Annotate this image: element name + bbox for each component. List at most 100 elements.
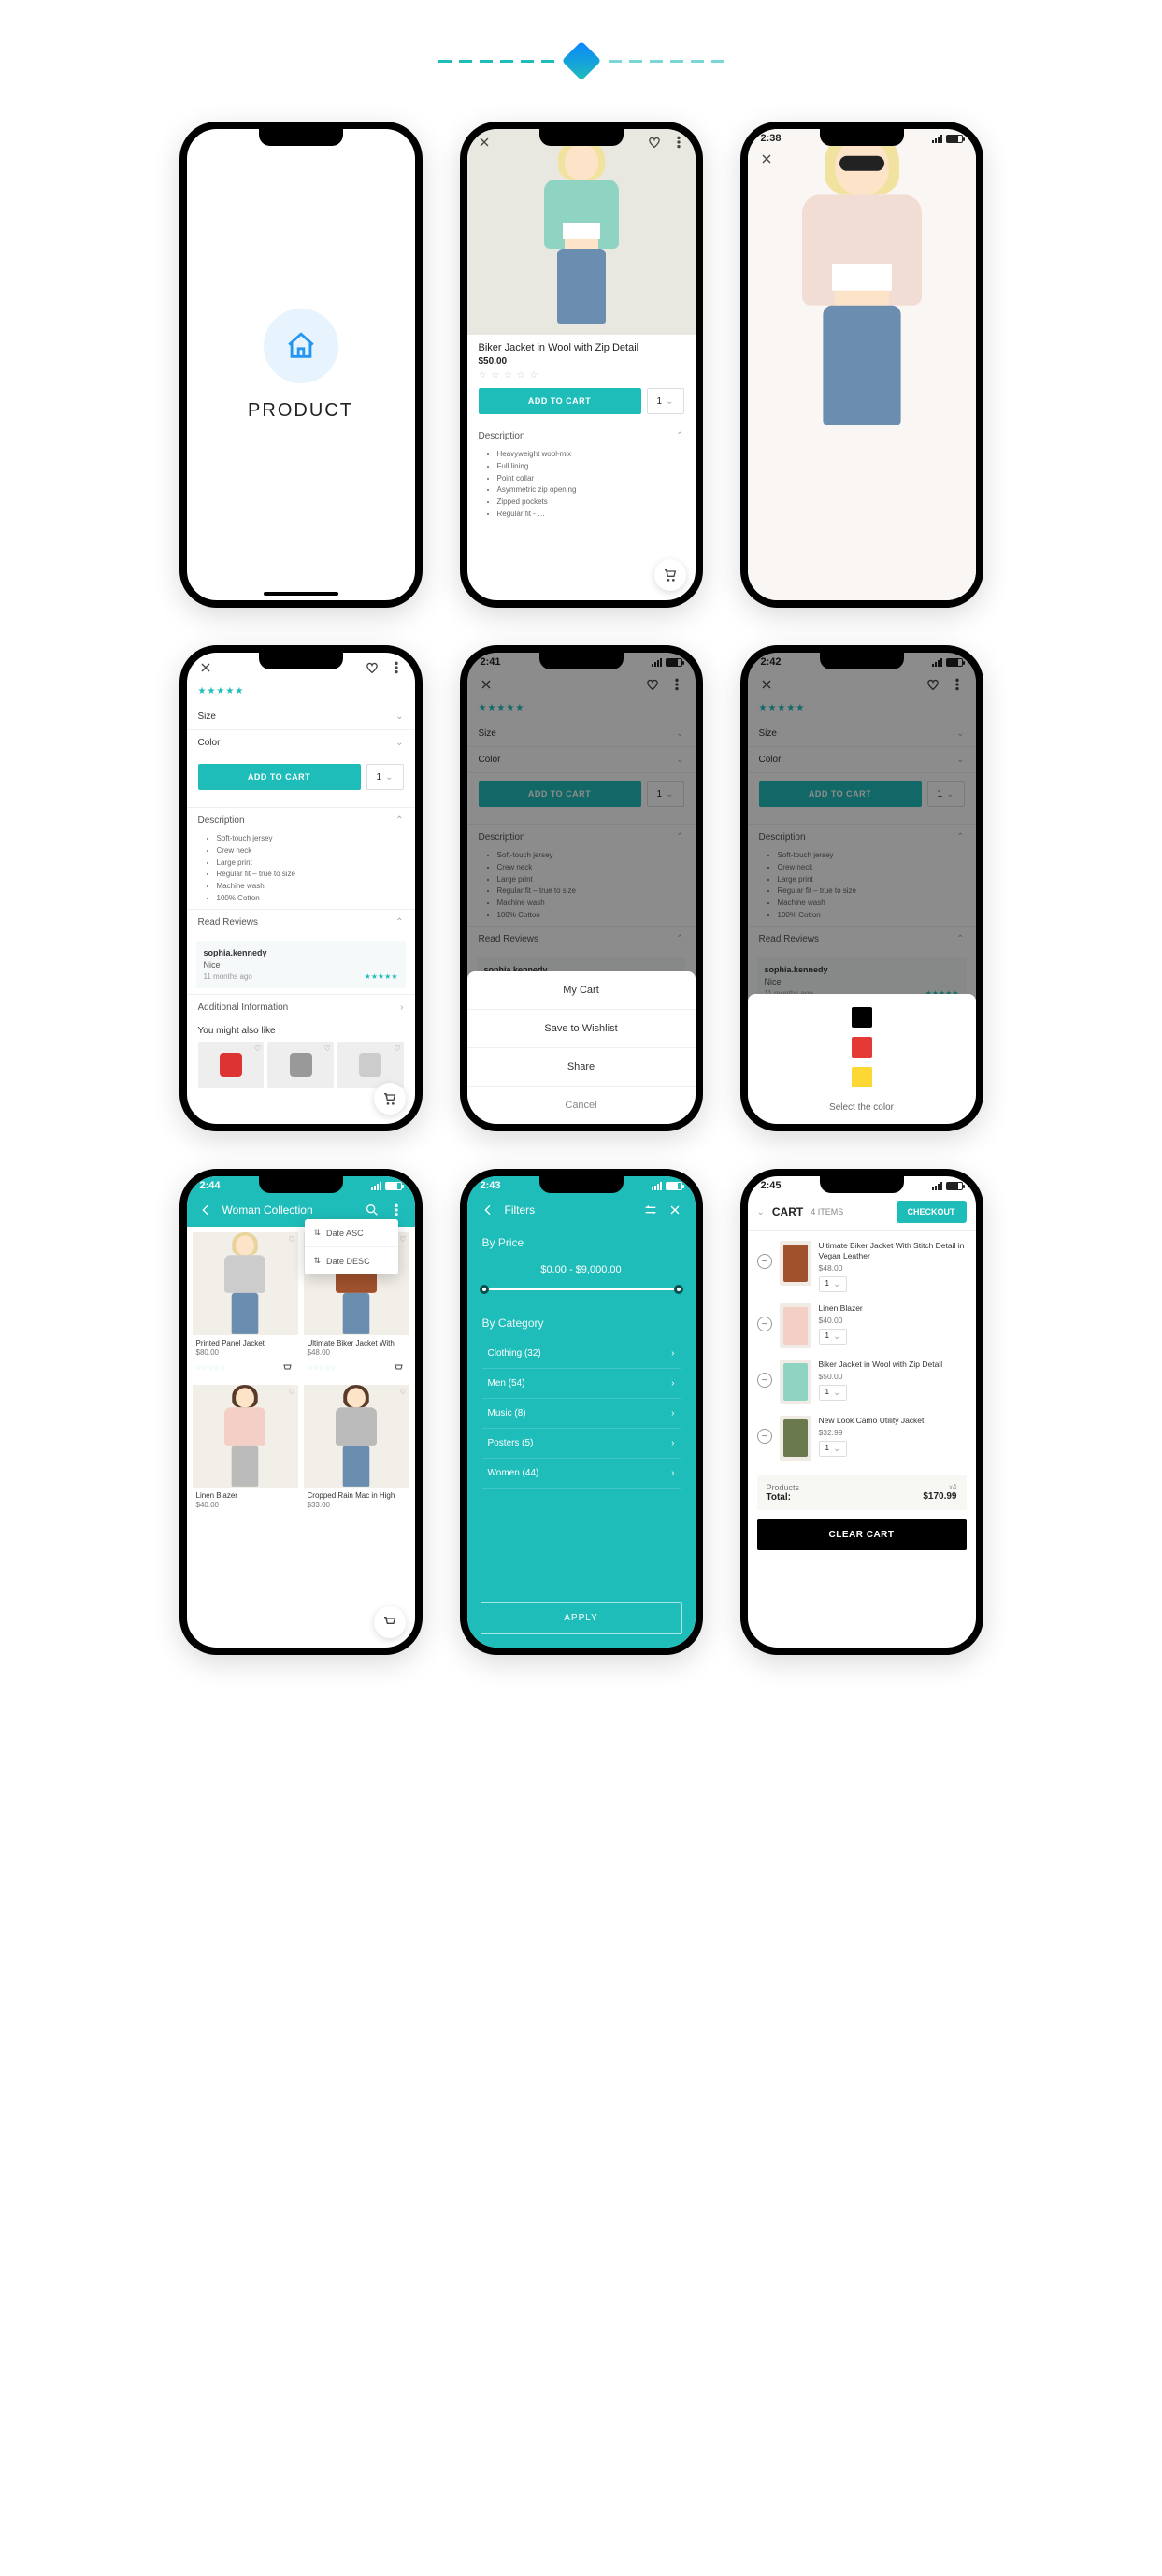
related-product[interactable]: ♡ [337,1042,404,1088]
sheet-share[interactable]: Share [467,1048,696,1087]
sheet-my-cart[interactable]: My Cart [467,971,696,1010]
swatch-red[interactable] [852,1037,872,1058]
add-cart-icon[interactable] [280,1360,294,1375]
review-card: sophia.kennedy Nice 11 months ago★★★★★ [196,941,406,988]
qty-selector[interactable]: 1 [366,764,404,790]
by-price-heading: By Price [467,1227,696,1259]
back-icon[interactable] [481,1202,495,1217]
heart-icon[interactable]: ♡ [288,1235,294,1244]
cart-total: Products Total: x4 $170.99 [757,1475,967,1510]
phone-cart: 2:45 CART 4 ITEMS CHECKOUT − Ultimate Bi… [740,1169,983,1655]
color-sheet: Select the color [748,994,976,1124]
checkout-button[interactable]: CHECKOUT [897,1201,967,1223]
category-row[interactable]: Clothing (32) [482,1339,681,1369]
collapse-icon[interactable] [395,815,403,826]
rating-stars: ☆ ☆ ☆ ☆ ☆ [479,370,684,381]
expand-icon[interactable] [400,1002,403,1013]
cart-icon [382,1091,397,1106]
description-list: Heavyweight wool-mix Full lining Point c… [479,449,684,525]
option-size[interactable]: Size [187,704,415,730]
collapse-icon[interactable] [395,917,403,928]
swatch-yellow[interactable] [852,1067,872,1087]
description-list: Soft-touch jerseyCrew neck Large printRe… [187,833,415,909]
collapse-icon[interactable] [676,431,683,441]
sheet-save-wishlist[interactable]: Save to Wishlist [467,1010,696,1048]
remove-item-button[interactable]: − [757,1373,772,1388]
close-icon[interactable] [667,1202,682,1217]
cart-icon [663,568,678,583]
section-divider [0,47,1162,75]
more-icon[interactable] [389,1202,404,1217]
home-icon-circle [264,309,338,383]
heart-icon[interactable]: ♡ [399,1235,406,1244]
sliders-icon[interactable] [643,1202,658,1217]
heart-icon[interactable] [647,135,662,150]
cart-item: − Linen Blazer $40.00 1 [757,1298,967,1354]
more-icon[interactable] [389,660,404,675]
status-time: 2:44 [200,1180,221,1191]
qty-selector[interactable]: 1 [819,1329,848,1345]
remove-item-button[interactable]: − [757,1429,772,1444]
product-card[interactable]: ♡ Linen Blazer $40.00 [193,1385,298,1511]
sort-asc[interactable]: ⇅Date ASC [305,1219,398,1247]
heart-icon[interactable]: ♡ [254,1044,261,1053]
sort-desc[interactable]: ⇅Date DESC [305,1247,398,1274]
close-icon[interactable] [759,151,774,166]
cart-fab[interactable] [374,1606,406,1638]
cart-fab[interactable] [654,559,686,591]
cart-item: − Biker Jacket in Wool with Zip Detail $… [757,1354,967,1410]
heart-icon[interactable]: ♡ [399,1388,406,1396]
close-icon[interactable] [477,135,492,150]
related-product[interactable]: ♡ [267,1042,334,1088]
collapse-icon[interactable] [757,1207,765,1217]
category-row[interactable]: Women (44) [482,1459,681,1489]
back-icon[interactable] [198,1202,213,1217]
category-row[interactable]: Posters (5) [482,1429,681,1459]
remove-item-button[interactable]: − [757,1317,772,1331]
price-slider[interactable] [484,1288,679,1290]
apply-button[interactable]: APPLY [481,1602,682,1634]
sort-popup: ⇅Date ASC ⇅Date DESC [305,1219,398,1274]
add-to-cart-button[interactable]: ADD TO CART [198,764,361,790]
cart-fab[interactable] [374,1083,406,1115]
close-icon[interactable] [198,660,213,675]
qty-selector[interactable]: 1 [819,1276,848,1292]
phone-action-sheet: 2:41 ★★★★★ Size Color ADD TO CART 1 Desc… [460,645,703,1131]
category-row[interactable]: Men (54) [482,1369,681,1399]
might-also-like-heading: You might also like [187,1020,415,1042]
qty-selector[interactable]: 1 [819,1441,848,1457]
sort-icon: ⇅ [314,1256,322,1266]
qty-selector[interactable]: 1 [647,388,684,414]
product-card[interactable]: ♡ Printed Panel Jacket $80.00 ☆☆☆☆☆ [193,1232,298,1379]
status-time: 2:43 [481,1180,501,1191]
heart-icon[interactable]: ♡ [394,1044,400,1053]
heart-icon[interactable]: ♡ [324,1044,331,1053]
add-to-cart-button[interactable]: ADD TO CART [479,388,641,414]
more-icon[interactable] [671,135,686,150]
heart-icon[interactable]: ♡ [288,1388,294,1396]
reviews-heading: Read Reviews [198,917,258,928]
heart-icon[interactable] [365,660,380,675]
swatch-black[interactable] [852,1007,872,1028]
related-product[interactable]: ♡ [198,1042,265,1088]
product-price: $50.00 [479,356,684,367]
phone-grid: PRODUCT Biker Jacket in Wool with Zip De… [161,122,1002,1655]
search-icon[interactable] [365,1202,380,1217]
phone-fullscreen-image: 2:38 [740,122,983,608]
cart-item: − New Look Camo Utility Jacket $32.99 1 [757,1410,967,1466]
phone-filters: 2:43 Filters By Price $0.00 - $9,000.00 … [460,1169,703,1655]
diamond-icon [561,41,600,80]
filters-title: Filters [505,1203,536,1216]
phone-collection: 2:44 Woman Collection ⇅Date ASC ⇅Date DE… [179,1169,423,1655]
clear-cart-button[interactable]: CLEAR CART [757,1519,967,1550]
product-card[interactable]: ♡ Cropped Rain Mac in High $33.00 [304,1385,409,1511]
add-cart-icon[interactable] [391,1360,406,1375]
collection-title: Woman Collection [222,1203,313,1216]
qty-selector[interactable]: 1 [819,1385,848,1401]
remove-item-button[interactable]: − [757,1254,772,1269]
sheet-cancel[interactable]: Cancel [467,1087,696,1124]
option-color[interactable]: Color [187,730,415,756]
category-row[interactable]: Music (8) [482,1399,681,1429]
cart-icon [382,1615,397,1630]
splash-title: PRODUCT [248,400,353,422]
